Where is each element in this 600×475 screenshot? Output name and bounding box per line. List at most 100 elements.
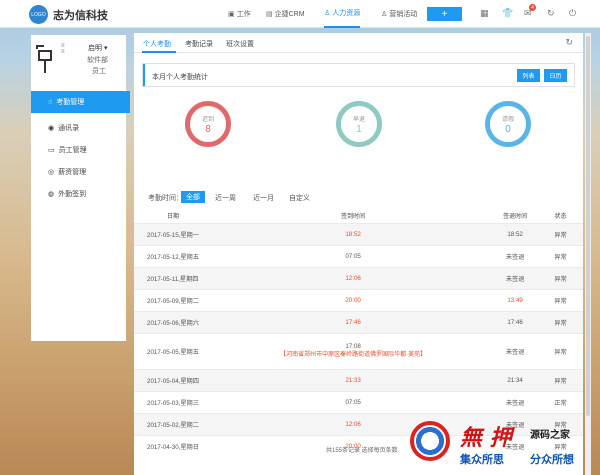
- nav-marketing[interactable]: ♙ 营销活动: [381, 0, 417, 28]
- user-role: 员工: [92, 68, 106, 75]
- filter-all[interactable]: 全部: [181, 191, 205, 203]
- checkin-time: 20:00: [214, 288, 493, 311]
- filter-custom[interactable]: 自定义: [289, 193, 310, 203]
- left-panel: ≡ ≡ 启明 ▾ 软件部 员工 ◉ 通讯录 ▭ 员工管理 ◎ 薪资管理 ◍ 外勤签…: [31, 35, 126, 341]
- checkout-time: 未签退: [492, 244, 538, 267]
- refresh-icon[interactable]: ↻: [565, 37, 573, 48]
- checkin-time: 07:05: [214, 390, 493, 413]
- top-bar: LOGO 志为信科技 ▣ 工作 ▤ 企捷CRM ♙ 人力资源 ♙ 营销活动 + …: [0, 0, 600, 28]
- list-view-button[interactable]: 列表: [517, 69, 540, 82]
- checkin-time: 17:46: [214, 310, 493, 333]
- row-status: 异常: [538, 288, 583, 311]
- power-icon[interactable]: ⏻: [569, 8, 576, 19]
- nav-crm[interactable]: ▤ 企捷CRM: [266, 0, 305, 28]
- checkin-time: 12:06: [214, 266, 493, 289]
- sidebar-item-staff[interactable]: ▭ 员工管理: [31, 139, 126, 161]
- col-status: 状态: [554, 213, 567, 220]
- col-checkout: 签退时间: [503, 213, 528, 220]
- watermark-slogan-1: 集众所思: [460, 454, 504, 466]
- leave-stat[interactable]: 请假 0: [485, 101, 531, 147]
- col-checkin: 签到时间: [341, 213, 366, 220]
- tab-bar: 个人考勤 考勤记录 班次设置 ↻: [134, 33, 583, 53]
- hand-icon: ☝: [48, 99, 53, 106]
- checkin-time: 17:08 【河南省郑州市中原区秦岭路街道佛罗国际华都·美苑】: [214, 332, 493, 369]
- col-date: 日期: [167, 213, 180, 220]
- mail-badge: 4: [529, 4, 536, 11]
- early-leave-stat[interactable]: 早退 1: [336, 101, 382, 147]
- row-date: 2017-05-04,星期四: [134, 368, 214, 391]
- staff-icon: ▭: [48, 147, 55, 154]
- contacts-icon: ◉: [48, 125, 55, 132]
- stats-header: 本月个人考勤统计 列表 日历: [142, 63, 575, 87]
- table-row[interactable]: 2017-05-15,星期一 18:52 18:52 异常: [134, 222, 583, 245]
- briefcase-icon: ▣: [228, 11, 235, 18]
- salary-icon: ◎: [48, 169, 55, 176]
- row-date: 2017-05-11,星期四: [134, 266, 214, 289]
- pagination-info: 共155条记录 选择每页条数: [326, 448, 398, 454]
- row-status: 异常: [538, 266, 583, 289]
- people-icon: ♙: [324, 10, 331, 17]
- user-name[interactable]: 启明 ▾: [88, 43, 107, 53]
- campaign-icon: ♙: [381, 11, 388, 18]
- refresh-icon[interactable]: ↻: [547, 8, 555, 19]
- row-status: 异常: [538, 368, 583, 391]
- watermark-site: 源码之家: [530, 430, 570, 441]
- sidebar-item-attendance[interactable]: ☝ 考勤管理: [31, 91, 130, 113]
- tab-personal-attendance[interactable]: 个人考勤: [143, 39, 171, 49]
- table-row[interactable]: 2017-05-12,星期五 07:05 未签退 异常: [134, 244, 583, 267]
- nav-hr[interactable]: ♙ 人力资源: [324, 0, 361, 28]
- avatar[interactable]: [36, 45, 58, 73]
- filter-label: 考勤时间：: [148, 195, 183, 202]
- sidebar-item-contacts[interactable]: ◉ 通讯录: [31, 117, 126, 139]
- row-date: 2017-04-30,星期日: [134, 434, 214, 457]
- table-row[interactable]: 2017-05-06,星期六 17:46 17:46 异常: [134, 310, 583, 333]
- table-row[interactable]: 2017-05-11,星期四 12:06 未签退 异常: [134, 266, 583, 289]
- filter-month[interactable]: 近一月: [253, 193, 274, 203]
- checkin-address: 【河南省郑州市中原区秦岭路街道佛罗国际华都·美苑】: [280, 352, 427, 358]
- row-date: 2017-05-12,星期五: [134, 244, 214, 267]
- company-name: 志为信科技: [53, 10, 108, 22]
- shirt-icon[interactable]: 👕: [502, 8, 513, 19]
- crm-icon: ▤: [266, 11, 273, 18]
- watermark: 無 押 源码之家 集众所思 分众所想: [410, 418, 600, 475]
- sidebar-item-field-checkin[interactable]: ◍ 外勤签到: [31, 183, 126, 205]
- checkin-time: 18:52: [214, 222, 493, 245]
- row-status: 异常: [538, 244, 583, 267]
- calendar-view-button[interactable]: 日历: [544, 69, 567, 82]
- checkout-time: 未签退: [492, 266, 538, 289]
- checkout-time: 13:49: [492, 288, 538, 311]
- row-date: 2017-05-03,星期三: [134, 390, 214, 413]
- checkout-time: 未签退: [492, 332, 538, 369]
- row-date: 2017-05-05,星期五: [134, 332, 214, 369]
- row-status: 正常: [538, 390, 583, 413]
- avatar-decoration-icon: ≡ ≡: [61, 43, 65, 55]
- checkout-time: 18:52: [492, 222, 538, 245]
- late-stat[interactable]: 迟到 8: [185, 101, 231, 147]
- tab-shift-settings[interactable]: 班次设置: [226, 39, 254, 49]
- logo[interactable]: LOGO: [29, 5, 48, 24]
- table-row[interactable]: 2017-05-03,星期三 07:05 未签退 正常: [134, 390, 583, 413]
- nav-work[interactable]: ▣ 工作: [228, 0, 251, 28]
- user-dept: 软件部: [87, 57, 108, 64]
- table-row[interactable]: 2017-05-04,星期四 21:33 21:34 异常: [134, 368, 583, 391]
- watermark-slogan-2: 分众所想: [530, 454, 574, 466]
- sidebar-item-salary[interactable]: ◎ 薪资管理: [31, 161, 126, 183]
- checkin-time: 07:05: [214, 244, 493, 267]
- scrollbar-thumb[interactable]: [586, 36, 590, 416]
- checkout-time: 17:46: [492, 310, 538, 333]
- checkin-time: 21:33: [214, 368, 493, 391]
- table-row[interactable]: 2017-05-09,星期二 20:00 13:49 异常: [134, 288, 583, 311]
- checkout-time: 未签退: [492, 390, 538, 413]
- main-panel: 个人考勤 考勤记录 班次设置 ↻ 本月个人考勤统计 列表 日历 迟到 8 早退 …: [134, 33, 583, 475]
- checkout-time: 21:34: [492, 368, 538, 391]
- tab-attendance-records[interactable]: 考勤记录: [185, 39, 213, 49]
- filter-week[interactable]: 近一周: [215, 193, 236, 203]
- row-date: 2017-05-15,星期一: [134, 222, 214, 245]
- building-icon[interactable]: ▦: [480, 8, 489, 19]
- table-header: 日期 签到时间 签退时间 状态: [134, 208, 583, 223]
- watermark-logo-icon: [410, 421, 450, 461]
- location-icon: ◍: [48, 191, 55, 198]
- table-row[interactable]: 2017-05-05,星期五 17:08 【河南省郑州市中原区秦岭路街道佛罗国际华都…: [134, 332, 583, 369]
- add-button[interactable]: +: [427, 7, 462, 21]
- row-date: 2017-05-06,星期六: [134, 310, 214, 333]
